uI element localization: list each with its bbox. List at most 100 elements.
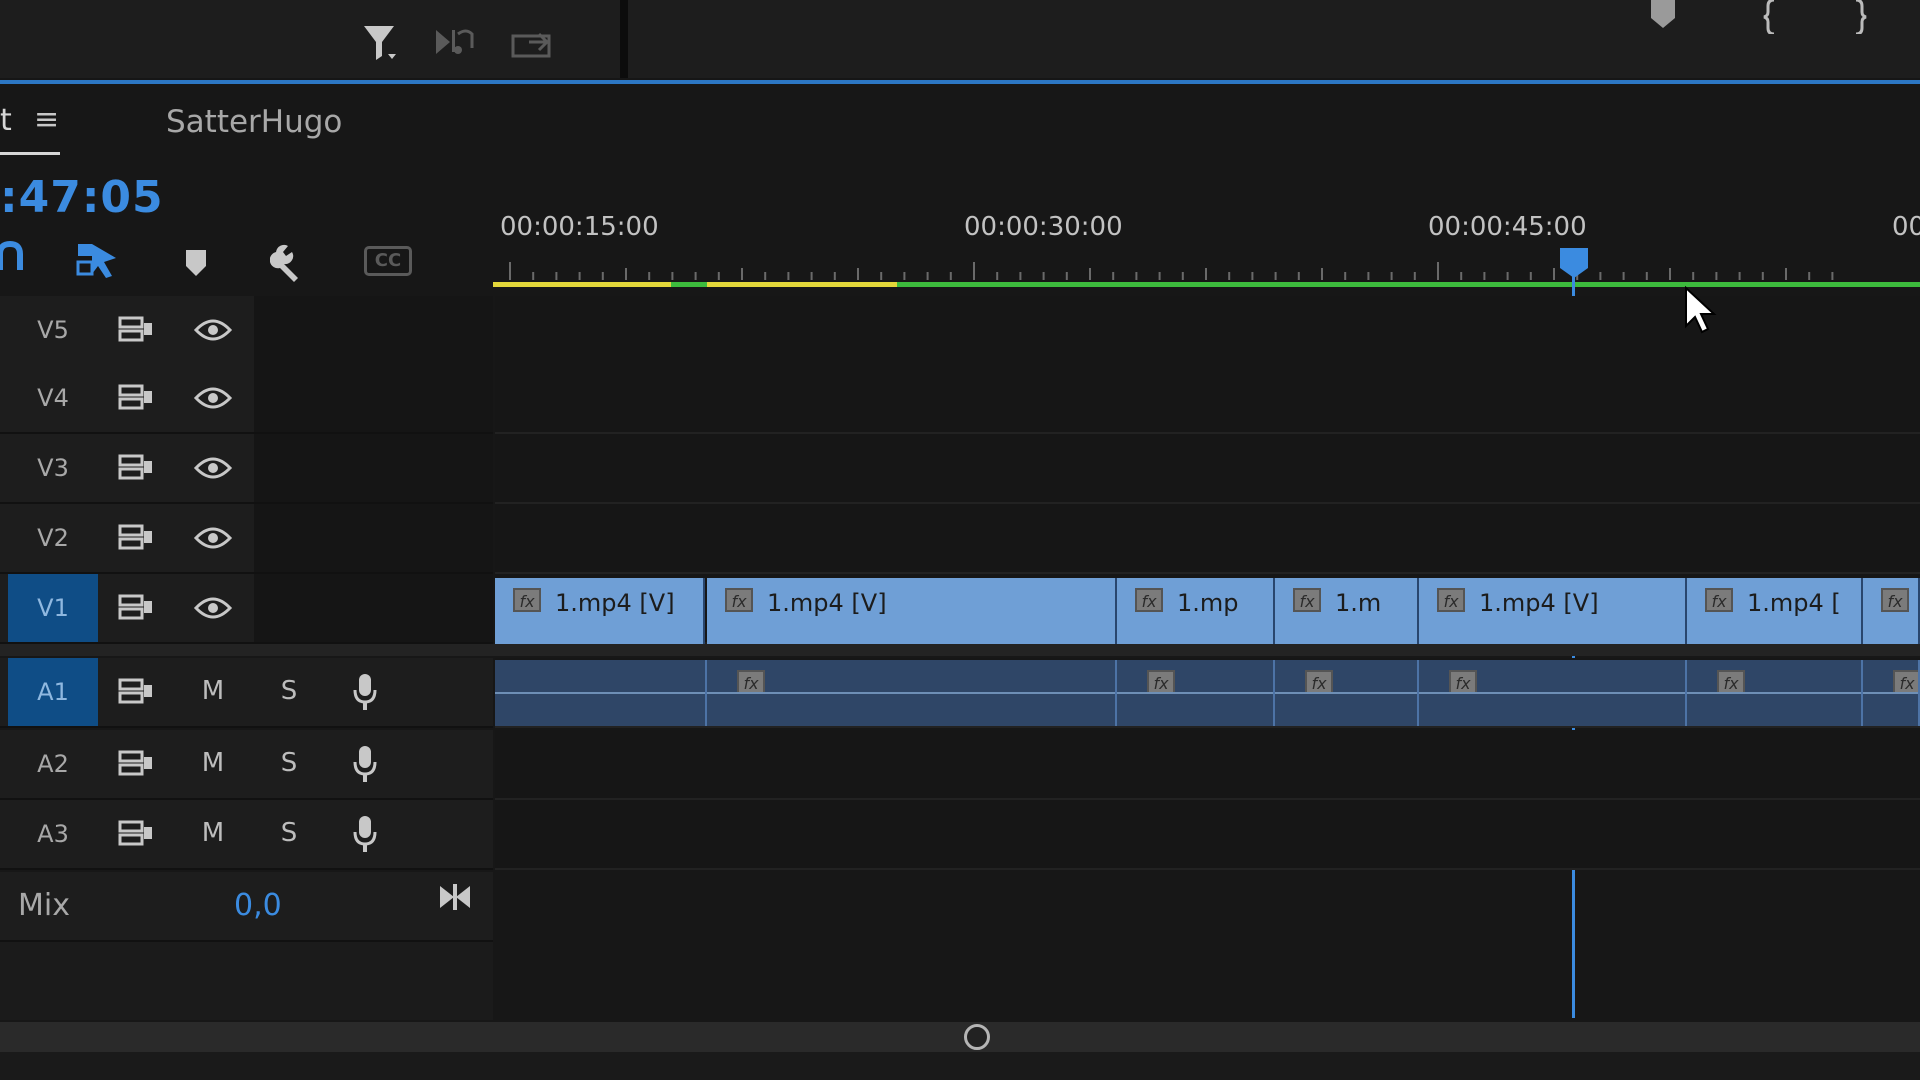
mute-button[interactable]: M <box>196 748 230 778</box>
fx-badge-icon[interactable]: fx <box>1705 588 1733 612</box>
audio-clip[interactable]: fx <box>1275 660 1419 726</box>
volume-rubber-band[interactable] <box>1687 692 1861 694</box>
export-frame-icon[interactable] <box>508 22 556 66</box>
fx-badge-icon[interactable]: fx <box>725 588 753 612</box>
fx-badge-icon[interactable]: fx <box>1305 670 1333 694</box>
fx-badge-icon[interactable]: fx <box>1893 670 1918 694</box>
track-target-v1[interactable]: V1 <box>8 574 98 642</box>
volume-rubber-band[interactable] <box>1117 692 1273 694</box>
track-target-v3[interactable]: V3 <box>8 434 98 502</box>
audio-clip[interactable]: fx <box>1117 660 1275 726</box>
linked-selection-icon[interactable] <box>76 240 120 280</box>
volume-rubber-band[interactable] <box>707 692 1115 694</box>
video-clip[interactable]: fx 1.mp4 [V] <box>1419 578 1687 644</box>
mute-button[interactable]: M <box>196 676 230 706</box>
zoom-scroll-handle[interactable] <box>964 1024 990 1050</box>
track-target-a2[interactable]: A2 <box>8 730 98 798</box>
volume-rubber-band[interactable] <box>1863 692 1918 694</box>
fx-badge-icon[interactable]: fx <box>1135 588 1163 612</box>
voiceover-record-icon[interactable] <box>352 672 378 712</box>
solo-button[interactable]: S <box>272 676 306 706</box>
snap-icon[interactable] <box>0 240 24 276</box>
captions-icon[interactable]: CC <box>364 246 412 276</box>
panel-divider[interactable] <box>620 0 628 78</box>
fx-badge-icon[interactable]: fx <box>737 670 765 694</box>
audio-clip[interactable]: fx <box>707 660 1117 726</box>
panel-menu-icon[interactable]: ≡ <box>34 102 59 137</box>
fx-badge-icon[interactable]: fx <box>1147 670 1175 694</box>
panel-footer <box>0 1052 1920 1080</box>
video-clip[interactable]: fx 1.mp4 [V] <box>707 578 1117 644</box>
voiceover-record-icon[interactable] <box>352 814 378 854</box>
track-header-spacer <box>254 364 493 432</box>
audio-lane-a3[interactable] <box>495 800 1920 870</box>
mark-out-icon[interactable] <box>1852 0 1868 36</box>
project-tab-fragment[interactable]: t <box>0 103 12 138</box>
fx-badge-icon[interactable]: fx <box>1437 588 1465 612</box>
video-clip[interactable]: fx 1.mp4 [ <box>1687 578 1863 644</box>
fx-badge-icon[interactable]: fx <box>513 588 541 612</box>
time-ruler[interactable] <box>493 248 1920 290</box>
sync-lock-icon[interactable] <box>118 523 154 551</box>
track-target-v4[interactable]: V4 <box>8 364 98 432</box>
playhead-handle[interactable] <box>1558 248 1590 280</box>
mix-value[interactable]: 0,0 <box>234 888 282 923</box>
audio-clip[interactable]: fx <box>1419 660 1687 726</box>
bowtie-icon[interactable] <box>438 882 472 912</box>
track-target-a1[interactable]: A1 <box>8 658 98 726</box>
video-lane-v4[interactable] <box>495 364 1920 434</box>
timeline-scrollbar[interactable] <box>0 1022 1920 1052</box>
mark-in-icon[interactable] <box>1762 0 1778 36</box>
audio-lane-a2[interactable] <box>495 730 1920 800</box>
track-target-v5[interactable]: V5 <box>8 296 98 364</box>
mouse-cursor-icon <box>1684 285 1718 336</box>
clip-label: 1.mp4 [ <box>1747 588 1841 617</box>
insert-icon[interactable] <box>434 24 478 66</box>
volume-rubber-band[interactable] <box>1275 692 1417 694</box>
sequence-tab[interactable]: SatterHugo <box>166 104 342 140</box>
sync-lock-icon[interactable] <box>118 315 154 343</box>
av-divider[interactable] <box>0 644 1920 656</box>
eye-icon[interactable] <box>193 317 233 343</box>
volume-rubber-band[interactable] <box>495 692 705 694</box>
video-clip[interactable]: fx 1.mp <box>1117 578 1275 644</box>
fx-badge-icon[interactable]: fx <box>1881 588 1909 612</box>
video-clip[interactable]: fx 1.mp4 [V] <box>495 578 705 644</box>
video-clip[interactable]: fx <box>1863 578 1920 644</box>
track-target-v2[interactable]: V2 <box>8 504 98 572</box>
video-clip[interactable]: fx 1.m <box>1275 578 1419 644</box>
eye-icon[interactable] <box>193 595 233 621</box>
playhead-timecode[interactable]: :47:05 <box>0 172 164 223</box>
voiceover-record-icon[interactable] <box>352 744 378 784</box>
clip-label: 1.mp4 [V] <box>555 588 675 617</box>
sync-lock-icon[interactable] <box>118 383 154 411</box>
sync-lock-icon[interactable] <box>118 677 154 705</box>
marker-icon[interactable] <box>1648 0 1678 30</box>
eye-icon[interactable] <box>193 385 233 411</box>
track-target-a3[interactable]: A3 <box>8 800 98 868</box>
sync-lock-icon[interactable] <box>118 453 154 481</box>
video-lane-v2[interactable] <box>495 504 1920 574</box>
clip-label: 1.mp4 [V] <box>1479 588 1599 617</box>
fx-badge-icon[interactable]: fx <box>1449 670 1477 694</box>
mute-button[interactable]: M <box>196 818 230 848</box>
video-lane-v3[interactable] <box>495 434 1920 504</box>
program-monitor-toolbar <box>628 0 1920 78</box>
fx-badge-icon[interactable]: fx <box>1293 588 1321 612</box>
audio-clip[interactable] <box>495 660 707 726</box>
solo-button[interactable]: S <box>272 818 306 848</box>
sync-lock-icon[interactable] <box>118 593 154 621</box>
add-marker-icon[interactable] <box>184 248 208 278</box>
eye-icon[interactable] <box>193 455 233 481</box>
fx-badge-icon[interactable]: fx <box>1717 670 1745 694</box>
eye-icon[interactable] <box>193 525 233 551</box>
active-tab-underline <box>0 152 60 155</box>
sync-lock-icon[interactable] <box>118 749 154 777</box>
volume-rubber-band[interactable] <box>1419 692 1685 694</box>
filter-icon[interactable] <box>358 22 402 70</box>
sync-lock-icon[interactable] <box>118 819 154 847</box>
wrench-icon[interactable] <box>269 242 310 282</box>
solo-button[interactable]: S <box>272 748 306 778</box>
audio-clip[interactable]: fx <box>1863 660 1920 726</box>
audio-clip[interactable]: fx <box>1687 660 1863 726</box>
